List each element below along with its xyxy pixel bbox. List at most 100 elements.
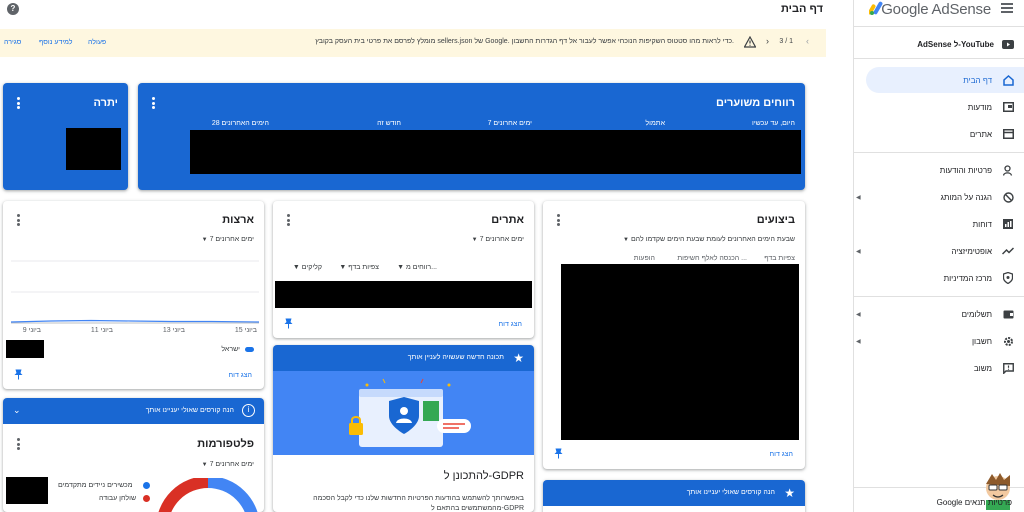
card-header-text: הנה קורסים שאולי יעניינו אותך bbox=[686, 489, 775, 496]
sites-column-header[interactable]: ▼ צפיות בדף bbox=[339, 264, 379, 271]
pin-icon[interactable] bbox=[554, 448, 563, 459]
caret-icon: ◀ bbox=[856, 338, 861, 345]
chevron-right-icon[interactable]: › bbox=[766, 36, 769, 46]
column-header-label: צפיות בדף bbox=[348, 264, 379, 271]
brand-name: Google AdSense bbox=[881, 1, 991, 18]
sidebar-item-label: מרכז המדיניות bbox=[943, 273, 992, 283]
column-header-label: קליקים bbox=[301, 264, 322, 271]
date-range-label: 7 ימים אחרונים bbox=[479, 236, 524, 243]
more-vert-icon[interactable] bbox=[16, 97, 20, 109]
page-title: דף הבית bbox=[780, 3, 823, 15]
date-range-select[interactable]: ▼ שבעת הימים האחרונים לעומת שבעת הימים ש… bbox=[621, 236, 795, 243]
sites-card: אתרים ▼ 7 ימים אחרונים ▼ רווחים מ... ▼ צ… bbox=[273, 201, 534, 338]
sidebar-item-label: דוחות bbox=[972, 219, 992, 229]
x-axis-tick: 13 ביוני bbox=[162, 327, 185, 334]
feedback-icon bbox=[1001, 361, 1015, 375]
gdpr-illustration bbox=[273, 371, 534, 455]
legend-swatch bbox=[143, 495, 150, 502]
dropdown-arrow-icon: ▼ bbox=[471, 237, 478, 243]
view-report-link[interactable]: הצג דוח bbox=[229, 372, 252, 379]
sort-arrow-icon: ▼ bbox=[292, 264, 300, 271]
banner-pager: 3 / 1 bbox=[779, 38, 793, 45]
sidebar-item-payments[interactable]: ◀ תשלומים bbox=[853, 301, 1024, 327]
legend-label: ישראל bbox=[221, 346, 240, 353]
app-logo[interactable]: Google AdSense bbox=[853, 0, 1024, 18]
redacted-area bbox=[66, 128, 121, 170]
help-icon[interactable]: ? bbox=[7, 3, 19, 15]
top-bar: דף הבית ? bbox=[0, 0, 853, 22]
legend-label: שולחן עבודה bbox=[99, 495, 137, 502]
card-title: יתרה bbox=[93, 97, 118, 109]
sidebar-divider bbox=[853, 26, 1024, 27]
sidebar-item-privacy[interactable]: פרטיות והודעות bbox=[853, 157, 1024, 183]
earnings-column-label: אתמול bbox=[645, 120, 665, 127]
notification-banner: ‹ 3 / 1 › מומלץ לפרסם את פרטי בית העסק ב… bbox=[0, 29, 826, 57]
sidebar-item-youtube[interactable]: AdSense ל-YouTube bbox=[853, 31, 1024, 57]
pin-icon[interactable] bbox=[284, 318, 293, 329]
legend-swatch bbox=[143, 482, 150, 489]
chevron-down-icon[interactable]: ⌄ bbox=[13, 405, 21, 416]
banner-dismiss-button[interactable]: סגירה bbox=[4, 39, 21, 46]
sidebar-divider bbox=[853, 152, 1024, 153]
pin-icon[interactable] bbox=[14, 369, 23, 380]
date-range-select[interactable]: ▼ 7 ימים אחרונים bbox=[470, 236, 524, 243]
view-report-link[interactable]: הצג דוח bbox=[499, 321, 522, 328]
legend-swatch bbox=[245, 347, 254, 352]
block-icon bbox=[1001, 190, 1015, 204]
dropdown-arrow-icon: ▼ bbox=[623, 237, 629, 243]
banner-learn-more-link[interactable]: למידע נוסף bbox=[39, 39, 73, 46]
more-vert-icon[interactable] bbox=[16, 438, 20, 450]
sidebar-item-label: אתרים bbox=[969, 129, 992, 139]
platforms-donut-chart bbox=[158, 478, 258, 512]
performance-column-label: הופעות bbox=[633, 255, 655, 262]
sites-column-header[interactable]: ▼ רווחים מ... bbox=[397, 264, 437, 271]
card-header-text: הנה קורסים שאולי יעניינו אותך bbox=[145, 407, 234, 414]
sidebar-item-account[interactable]: ◀ חשבון bbox=[853, 328, 1024, 354]
new-feature-card: ★ תכונה חדשה שעשויה לעניין אותך להתכונן … bbox=[273, 345, 534, 512]
performance-card: ביצועים ▼ שבעת הימים האחרונים לעומת שבעת… bbox=[543, 201, 805, 469]
sidebar-item-policy-center[interactable]: מרכז המדיניות bbox=[853, 265, 1024, 291]
countries-line-chart bbox=[11, 260, 259, 324]
sidebar-item-optimization[interactable]: ◀ אופטימיזציה bbox=[853, 238, 1024, 264]
sites-icon bbox=[1001, 127, 1015, 141]
earnings-column-label: חודש זה bbox=[377, 120, 401, 127]
sidebar-item-label: פרטיות והודעות bbox=[939, 165, 992, 175]
more-vert-icon[interactable] bbox=[556, 214, 560, 226]
sites-column-header[interactable]: ▼ קליקים bbox=[293, 264, 322, 271]
x-axis-tick: 11 ביוני bbox=[90, 327, 113, 334]
balance-card: יתרה bbox=[3, 83, 128, 190]
banner-action-button[interactable]: פעולה bbox=[88, 39, 106, 46]
caret-icon: ◀ bbox=[856, 311, 861, 318]
sidebar-item-feedback[interactable]: משוב bbox=[853, 355, 1024, 381]
date-range-label: 7 ימים אחרונים bbox=[209, 461, 254, 468]
more-vert-icon[interactable] bbox=[16, 214, 20, 226]
more-vert-icon[interactable] bbox=[151, 97, 155, 109]
sidebar-item-sites[interactable]: אתרים bbox=[853, 121, 1024, 147]
privacy-icon bbox=[1001, 163, 1015, 177]
sidebar-item-label: תשלומים bbox=[961, 309, 992, 319]
earnings-column-label: 7 ימים אחרונים bbox=[487, 120, 532, 127]
caret-icon: ◀ bbox=[856, 194, 861, 201]
sidebar-item-label: אופטימיזציה bbox=[951, 246, 992, 256]
redacted-area bbox=[561, 264, 799, 440]
card-header-text: תכונה חדשה שעשויה לעניין אותך bbox=[407, 354, 504, 361]
card-header: i הנה קורסים שאולי יעניינו אותך ⌄ bbox=[3, 398, 264, 424]
chevron-left-icon[interactable]: ‹ bbox=[806, 36, 809, 46]
dropdown-arrow-icon: ▼ bbox=[201, 462, 208, 468]
more-vert-icon[interactable] bbox=[286, 214, 290, 226]
date-range-select[interactable]: ▼ 7 ימים אחרונים bbox=[200, 461, 254, 468]
earnings-column-label: היום, עד עכשיו bbox=[752, 120, 795, 127]
earnings-column-label: 28 הימים האחרונים bbox=[211, 120, 269, 127]
date-range-select[interactable]: ▼ 7 ימים אחרונים bbox=[200, 236, 254, 243]
redacted-area bbox=[6, 340, 44, 358]
sidebar-item-reports[interactable]: דוחות bbox=[853, 211, 1024, 237]
footer-privacy-terms[interactable]: Google פרטיות תנאים bbox=[937, 498, 1012, 507]
sidebar-item-brand-safety[interactable]: ◀ הגנה על המותג bbox=[853, 184, 1024, 210]
view-report-link[interactable]: הצג דוח bbox=[770, 451, 793, 458]
info-icon: i bbox=[242, 404, 255, 417]
sidebar-item-home[interactable]: דף הבית bbox=[866, 67, 1024, 93]
gear-icon bbox=[1001, 334, 1015, 348]
sidebar-item-ads[interactable]: מודעות bbox=[853, 94, 1024, 120]
youtube-icon bbox=[1001, 37, 1015, 51]
menu-icon[interactable] bbox=[1001, 3, 1013, 13]
